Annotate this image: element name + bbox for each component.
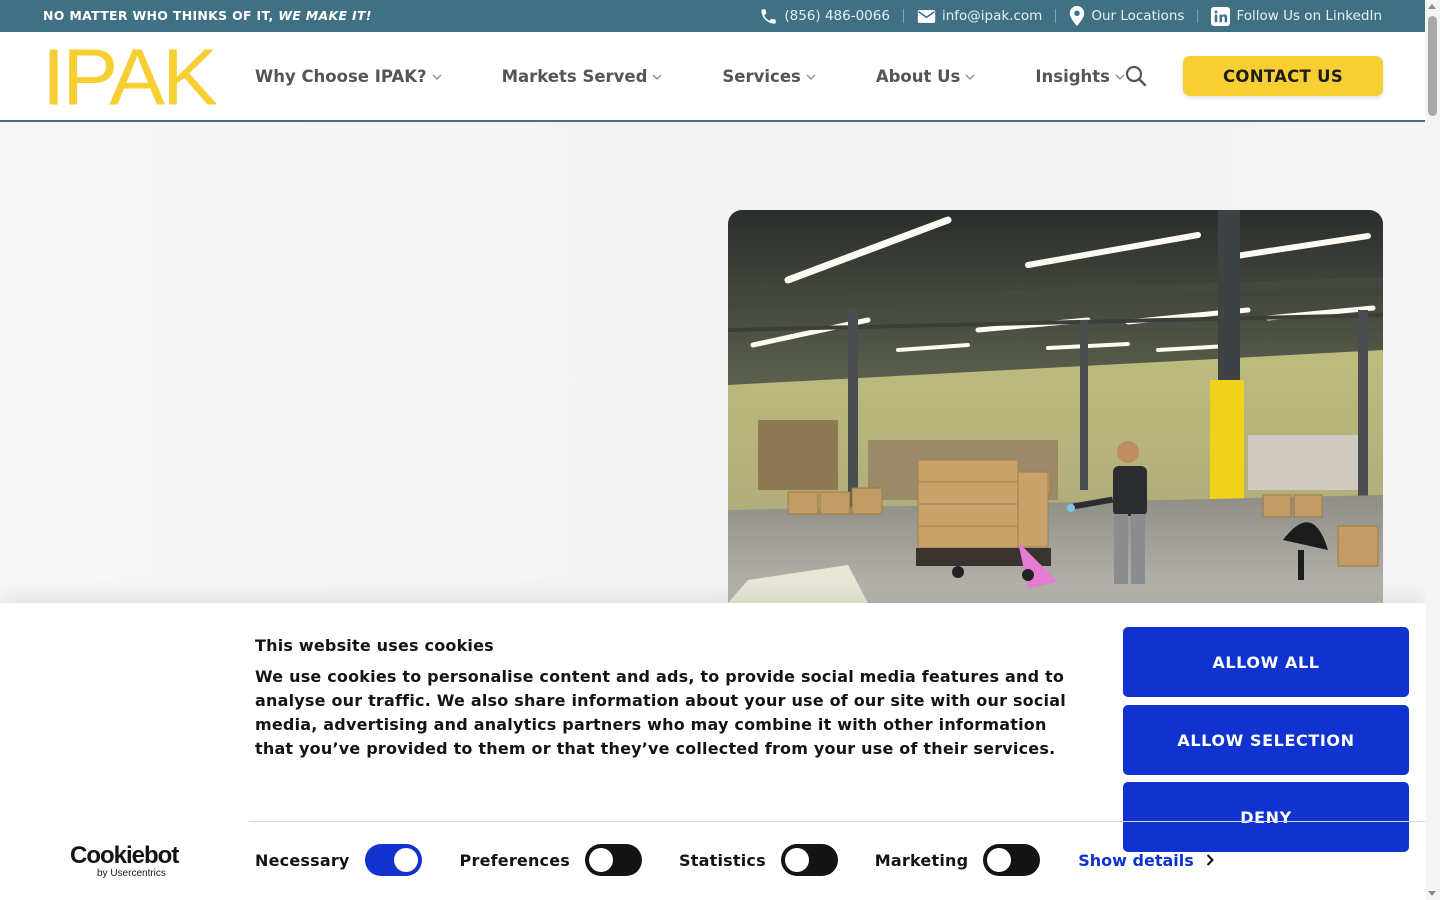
divider — [902, 9, 904, 23]
cookie-description: We use cookies to personalise content an… — [255, 667, 1066, 758]
map-pin-icon — [1069, 6, 1085, 26]
allow-all-button[interactable]: ALLOW ALL — [1123, 627, 1409, 697]
top-utility-bar: NO MATTER WHO THINKS OF IT, WE MAKE IT! … — [0, 0, 1425, 32]
chevron-down-icon — [965, 72, 975, 80]
cookie-title: This website uses cookies — [255, 636, 494, 655]
nav-label: Markets Served — [501, 66, 648, 86]
cookiebot-brand: Cookiebot — [70, 842, 179, 869]
toggle-knob — [987, 848, 1012, 872]
phone-icon — [759, 7, 778, 26]
consent-preferences: Preferences — [459, 844, 643, 876]
consent-label: Preferences — [459, 850, 571, 870]
scroll-up-arrow-icon[interactable] — [1428, 4, 1436, 9]
main-nav: Why Choose IPAK? Markets Served Services… — [255, 32, 1125, 120]
envelope-icon — [917, 9, 936, 24]
toggle-knob — [393, 848, 418, 872]
email-address: info@ipak.com — [941, 8, 1043, 24]
locations-link[interactable]: Our Locations — [1069, 6, 1184, 26]
chevron-down-icon — [652, 72, 662, 80]
divider — [1055, 9, 1057, 23]
email-link[interactable]: info@ipak.com — [917, 8, 1042, 24]
consent-necessary: Necessary — [255, 844, 422, 876]
cookiebot-logo: Cookiebot by Usercentrics — [70, 842, 179, 879]
nav-label: Why Choose IPAK? — [255, 66, 427, 86]
tagline: NO MATTER WHO THINKS OF IT, WE MAKE IT! — [43, 8, 372, 23]
phone-number: (856) 486-0066 — [784, 8, 890, 24]
search-icon[interactable] — [1124, 64, 1148, 88]
linkedin-icon — [1211, 6, 1231, 26]
linkedin-link[interactable]: Follow Us on LinkedIn — [1211, 6, 1382, 26]
nav-about-us[interactable]: About Us — [876, 67, 976, 86]
site-header: IPAK Why Choose IPAK? Markets Served Ser… — [0, 32, 1425, 122]
chevron-down-icon — [806, 72, 816, 80]
show-details-link[interactable]: Show details — [1078, 851, 1214, 870]
nav-services[interactable]: Services — [722, 66, 816, 86]
necessary-toggle[interactable] — [364, 844, 422, 876]
marketing-toggle[interactable] — [983, 844, 1041, 876]
consent-label: Statistics — [679, 850, 766, 870]
consent-marketing: Marketing — [874, 844, 1041, 876]
consent-toggles: Necessary Preferences Statistics Marketi… — [255, 844, 1214, 876]
warehouse-photo — [728, 210, 1383, 603]
cookie-consent-banner: This website uses cookies We use cookies… — [0, 603, 1425, 900]
consent-statistics: Statistics — [679, 844, 838, 876]
hero-section — [0, 122, 1425, 603]
scroll-down-arrow-icon[interactable] — [1428, 891, 1436, 896]
tagline-text: NO MATTER WHO THINKS OF IT, — [43, 8, 279, 23]
toggle-knob — [784, 848, 809, 872]
tagline-emphasis: WE MAKE IT! — [278, 8, 372, 23]
toggle-knob — [589, 848, 614, 872]
cookiebot-subbrand: by Usercentrics — [97, 868, 166, 879]
divider — [249, 821, 1425, 822]
scroll-thumb[interactable] — [1428, 16, 1437, 116]
linkedin-label: Follow Us on LinkedIn — [1236, 8, 1382, 24]
nav-why-choose[interactable]: Why Choose IPAK? — [255, 67, 442, 86]
nav-label: Insights — [1035, 66, 1110, 86]
divider — [1197, 9, 1199, 23]
nav-insights[interactable]: Insights — [1035, 67, 1125, 86]
preferences-toggle[interactable] — [585, 844, 643, 876]
show-details-label: Show details — [1078, 850, 1194, 870]
chevron-down-icon — [432, 72, 442, 80]
allow-selection-button[interactable]: ALLOW SELECTION — [1123, 705, 1409, 775]
utility-links: (856) 486-0066 info@ipak.com Our Locatio… — [759, 0, 1382, 32]
nav-label: About Us — [875, 66, 961, 86]
nav-label: Services — [722, 66, 801, 86]
ipak-logo[interactable]: IPAK — [42, 37, 218, 117]
consent-label: Necessary — [255, 850, 350, 870]
consent-label: Marketing — [874, 850, 969, 870]
nav-markets-served[interactable]: Markets Served — [502, 67, 663, 86]
locations-label: Our Locations — [1091, 8, 1185, 24]
statistics-toggle[interactable] — [780, 844, 838, 876]
deny-button[interactable]: DENY — [1123, 782, 1409, 852]
page-scrollbar[interactable] — [1425, 0, 1440, 900]
chevron-right-icon — [1206, 851, 1214, 870]
contact-us-button[interactable]: CONTACT US — [1183, 56, 1383, 96]
phone-link[interactable]: (856) 486-0066 — [759, 7, 890, 26]
